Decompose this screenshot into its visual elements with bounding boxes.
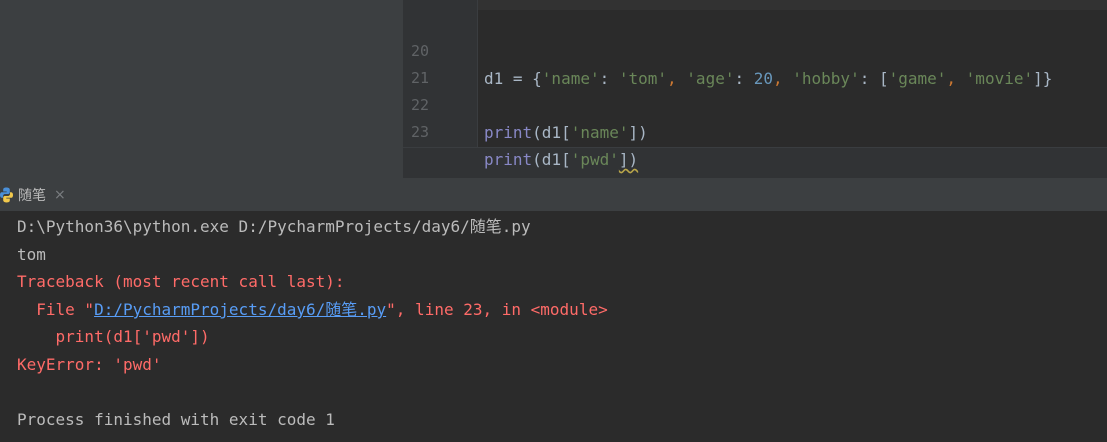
traceback-file-line: File "D:/PycharmProjects/day6/随笔.py", li… bbox=[17, 296, 608, 323]
code-text: print(d1['pwd']) bbox=[484, 146, 638, 173]
previous-line-strip bbox=[478, 0, 1107, 10]
code-text: print(d1['name']) bbox=[484, 119, 648, 146]
code-token: (d1[ bbox=[532, 150, 571, 169]
line-number: 23 bbox=[410, 123, 429, 141]
code-line[interactable]: 21 bbox=[403, 38, 1107, 87]
traceback-file-link[interactable]: D:/PycharmProjects/day6/随笔.py bbox=[94, 300, 386, 319]
traceback-file-prefix: File " bbox=[17, 300, 95, 319]
traceback-code-line: print(d1['pwd']) bbox=[17, 327, 210, 346]
run-tab-label: 随笔 bbox=[18, 187, 46, 204]
run-console[interactable]: D:\Python36\python.exe D:/PycharmProject… bbox=[0, 212, 1107, 442]
traceback-file-suffix: ", line 23, in <module> bbox=[386, 300, 608, 319]
code-token: (d1[ bbox=[532, 123, 571, 142]
error-message: KeyError: 'pwd' bbox=[17, 355, 162, 374]
console-command-line: D:\Python36\python.exe D:/PycharmProject… bbox=[17, 217, 531, 236]
traceback-header: Traceback (most recent call last): bbox=[17, 272, 345, 291]
python-icon bbox=[0, 187, 13, 202]
exit-message: Process finished with exit code 1 bbox=[17, 410, 335, 429]
project-pane[interactable] bbox=[0, 0, 403, 178]
ide-window: 20 d1 = {'name': 'tom', 'age': 20, 'hobb… bbox=[0, 0, 1107, 442]
code-token: print bbox=[484, 150, 533, 169]
code-token: print bbox=[484, 123, 533, 142]
code-token: 'pwd' bbox=[570, 150, 619, 169]
code-line[interactable]: 23 print(d1['pwd']) bbox=[403, 92, 1107, 169]
console-stdout-line: tom bbox=[17, 245, 46, 264]
code-token: ]) bbox=[618, 150, 639, 169]
run-tool-header: 随笔 × bbox=[0, 178, 1107, 212]
code-token: 'name' bbox=[570, 123, 629, 142]
code-line[interactable]: 22 print(d1['name']) bbox=[403, 65, 1107, 142]
code-editor[interactable]: 20 d1 = {'name': 'tom', 'age': 20, 'hobb… bbox=[403, 0, 1107, 179]
run-tab[interactable]: 随笔 × bbox=[0, 178, 66, 211]
code-line[interactable]: 20 d1 = {'name': 'tom', 'age': 20, 'hobb… bbox=[403, 11, 1107, 88]
code-token: ]) bbox=[628, 123, 648, 142]
close-icon[interactable]: × bbox=[54, 187, 66, 203]
